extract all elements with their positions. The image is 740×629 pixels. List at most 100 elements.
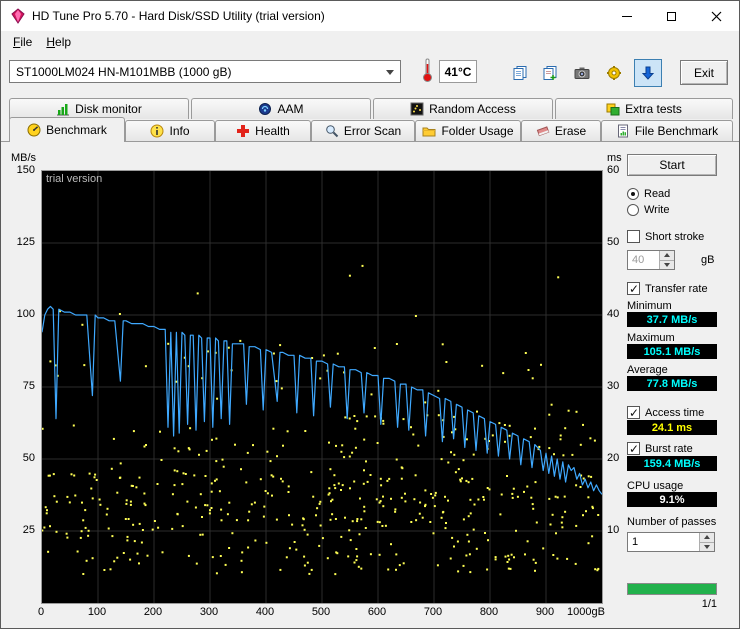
minimum-value: 37.7 MB/s [627, 312, 717, 327]
tab-aam[interactable]: AAM [191, 98, 371, 119]
close-button[interactable] [694, 1, 739, 31]
x-tick: 100 [77, 606, 117, 618]
progress-count: 1/1 [627, 598, 717, 610]
copy-button[interactable] [506, 59, 534, 87]
write-radio[interactable]: Write [627, 204, 669, 216]
progress-bar [627, 583, 717, 595]
tab-disk-monitor[interactable]: Disk monitor [9, 98, 189, 119]
info-icon [150, 124, 164, 138]
tab-error-scan[interactable]: Error Scan [311, 120, 415, 141]
temperature-value: 41°C [439, 60, 477, 83]
y-left-tick: 125 [5, 236, 35, 248]
y-axis-right-label: ms [607, 152, 622, 164]
menu-file[interactable]: File [6, 33, 39, 51]
drive-selector-value: ST1000LM024 HN-M101MBB (1000 gB) [16, 65, 231, 79]
minimize-button[interactable] [604, 1, 649, 31]
transfer-rate-checkbox[interactable]: Transfer rate [627, 282, 708, 295]
menu-bar: File Help [1, 31, 739, 53]
tab-file-benchmark[interactable]: File Benchmark [601, 120, 733, 141]
average-value: 77.8 MB/s [627, 376, 717, 391]
health-icon [236, 124, 250, 138]
spinner-up-button[interactable] [700, 533, 714, 542]
average-label: Average [627, 364, 668, 376]
tab-strip: Disk monitor AAM Random Access Extra tes… [1, 97, 739, 141]
window-controls [604, 1, 739, 31]
read-label: Read [644, 188, 670, 200]
x-tick: 1000gB [563, 606, 609, 618]
benchmark-icon [27, 123, 41, 137]
burst-rate-label: Burst rate [645, 443, 693, 455]
error-scan-icon [325, 124, 339, 138]
tab-label: Health [255, 124, 290, 138]
burst-rate-checkbox[interactable]: Burst rate [627, 442, 693, 455]
screenshot-button[interactable] [568, 59, 596, 87]
checkbox-icon [627, 442, 640, 455]
tab-health[interactable]: Health [215, 120, 311, 141]
close-icon [711, 11, 722, 22]
y-left-tick: 150 [5, 164, 35, 176]
read-radio[interactable]: Read [627, 188, 670, 200]
tab-extra-tests[interactable]: Extra tests [555, 98, 733, 119]
radio-icon [627, 188, 639, 200]
copy-icon [512, 65, 528, 81]
toolbar: ST1000LM024 HN-M101MBB (1000 gB) 41°C Ex… [1, 53, 739, 97]
spinner-down-button[interactable] [700, 542, 714, 552]
checkbox-icon [627, 406, 640, 419]
app-logo-icon [10, 8, 26, 24]
tab-benchmark[interactable]: Benchmark [9, 117, 125, 142]
short-stroke-checkbox[interactable]: Short stroke [627, 230, 704, 243]
extra-tests-icon [606, 102, 620, 116]
spinner-down-button[interactable] [660, 260, 674, 270]
disk-monitor-icon [56, 102, 70, 116]
access-time-checkbox[interactable]: Access time [627, 406, 704, 419]
write-label: Write [644, 204, 669, 216]
save-text-icon [606, 65, 622, 81]
save-button[interactable] [634, 59, 662, 87]
menu-help[interactable]: Help [39, 33, 78, 51]
minimum-label: Minimum [627, 300, 672, 312]
x-tick: 600 [357, 606, 397, 618]
maximize-button[interactable] [649, 1, 694, 31]
file-benchmark-icon [616, 124, 630, 138]
x-tick: 800 [469, 606, 509, 618]
passes-spinner[interactable]: 1 [627, 532, 715, 552]
passes-value: 1 [628, 533, 699, 551]
screenshot-icon [574, 65, 590, 81]
short-stroke-label: Short stroke [645, 231, 704, 243]
y-axis-left-label: MB/s [11, 152, 36, 164]
tab-label: Benchmark [46, 123, 107, 137]
tab-info[interactable]: Info [125, 120, 215, 141]
spinner-buttons [659, 251, 674, 269]
up-arrow-icon [664, 253, 670, 257]
x-tick: 300 [189, 606, 229, 618]
tab-label: Extra tests [625, 102, 682, 116]
tab-label: Erase [555, 124, 586, 138]
y-left-tick: 50 [5, 452, 35, 464]
minimize-icon [622, 16, 632, 17]
tab-label: Disk monitor [75, 102, 142, 116]
save-text-button[interactable] [600, 59, 628, 87]
access-time-value: 24.1 ms [627, 420, 717, 435]
y-left-tick: 100 [5, 308, 35, 320]
cpu-usage-label: CPU usage [627, 480, 683, 492]
tab-random-access[interactable]: Random Access [373, 98, 553, 119]
y-left-tick: 75 [5, 380, 35, 392]
spinner-up-button[interactable] [660, 251, 674, 260]
exit-button[interactable]: Exit [680, 60, 728, 85]
copy-text-button[interactable] [536, 59, 564, 87]
short-stroke-unit: gB [701, 254, 714, 266]
app-window: HD Tune Pro 5.70 - Hard Disk/SSD Utility… [0, 0, 740, 629]
tab-label: AAM [277, 102, 303, 116]
tab-erase[interactable]: Erase [521, 120, 601, 141]
progress-bar-fill [628, 584, 716, 594]
tab-label: File Benchmark [635, 124, 718, 138]
maximum-value: 105.1 MB/s [627, 344, 717, 359]
thermometer-icon [421, 57, 434, 83]
start-button[interactable]: Start [627, 154, 717, 176]
folder-usage-icon [422, 124, 436, 138]
tab-folder-usage[interactable]: Folder Usage [415, 120, 521, 141]
maximize-icon [667, 12, 676, 21]
x-tick: 900 [525, 606, 565, 618]
drive-selector[interactable]: ST1000LM024 HN-M101MBB (1000 gB) [9, 60, 401, 83]
short-stroke-spinner[interactable]: 40 [627, 250, 675, 270]
